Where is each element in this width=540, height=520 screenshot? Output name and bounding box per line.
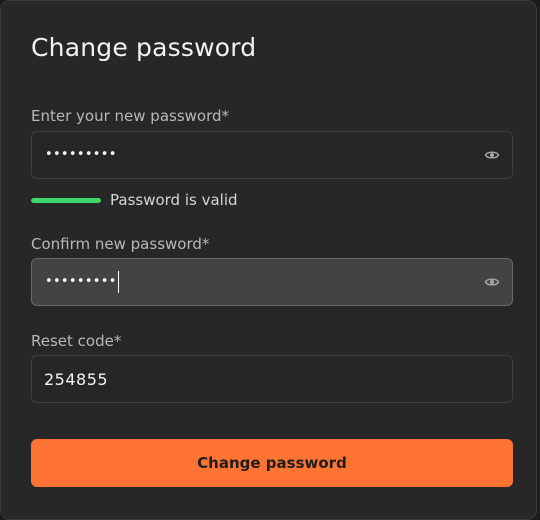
confirm-password-label: Confirm new password* (31, 235, 210, 253)
eye-icon[interactable] (484, 147, 500, 163)
confirm-password-field[interactable]: ••••••••• (31, 258, 513, 306)
reset-code-field[interactable] (31, 355, 513, 403)
confirm-password-value[interactable]: ••••••••• (45, 259, 119, 305)
confirm-password-dots: ••••••••• (45, 274, 117, 289)
text-caret (117, 270, 119, 293)
page-title: Change password (31, 33, 257, 62)
change-password-card: Change password Enter your new password*… (0, 0, 537, 520)
password-strength-indicator: Password is valid (31, 190, 238, 210)
reset-code-input[interactable] (44, 356, 464, 402)
new-password-value[interactable]: ••••••••• (45, 132, 117, 178)
password-valid-message: Password is valid (110, 191, 238, 209)
strength-bar (31, 197, 101, 203)
eye-icon[interactable] (484, 274, 500, 290)
reset-code-label: Reset code* (31, 332, 122, 350)
new-password-field[interactable]: ••••••••• (31, 131, 513, 179)
strength-bar-fill (31, 197, 101, 203)
change-password-button[interactable]: Change password (31, 439, 513, 487)
new-password-label: Enter your new password* (31, 107, 230, 125)
